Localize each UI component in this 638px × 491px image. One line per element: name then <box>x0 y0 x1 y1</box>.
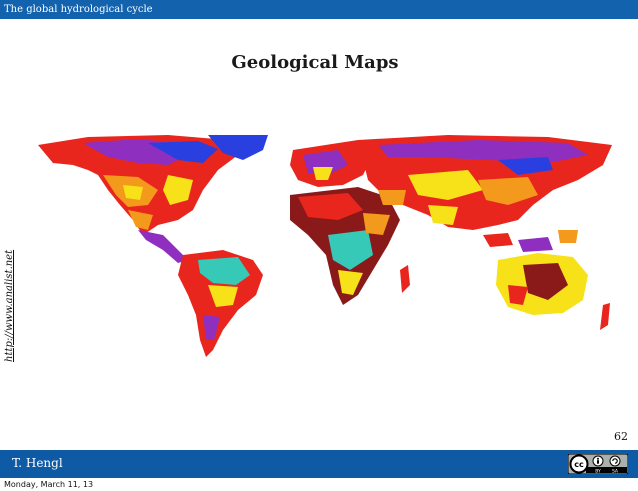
page-number: 62 <box>614 430 628 443</box>
australia-shape <box>496 253 588 315</box>
south-america-shape <box>178 250 263 357</box>
image-source-credit[interactable]: http://www.analist.net <box>4 250 15 362</box>
geological-world-map <box>28 135 614 360</box>
central-america-shape <box>138 230 188 263</box>
cc-by-sa-icon: cc BY SA <box>568 454 628 474</box>
footer-bar: T. Hengl cc BY SA <box>0 450 638 478</box>
timestamp: Monday, March 11, 13 <box>4 480 94 489</box>
cc-text: cc <box>574 460 584 469</box>
header-bar: The global hydrological cycle <box>0 0 638 19</box>
north-america-shape <box>38 135 238 235</box>
author-name: T. Hengl <box>12 456 63 470</box>
madagascar-shape <box>400 265 410 293</box>
sa-text: SA <box>612 468 619 474</box>
header-title: The global hydrological cycle <box>4 4 153 15</box>
slide: The global hydrological cycle Geological… <box>0 0 638 491</box>
by-text: BY <box>595 468 601 474</box>
world-map-image <box>38 135 612 357</box>
new-zealand-shape <box>600 303 610 330</box>
slide-title: Geological Maps <box>231 52 399 73</box>
southeast-asia-islands-shape <box>483 230 578 252</box>
